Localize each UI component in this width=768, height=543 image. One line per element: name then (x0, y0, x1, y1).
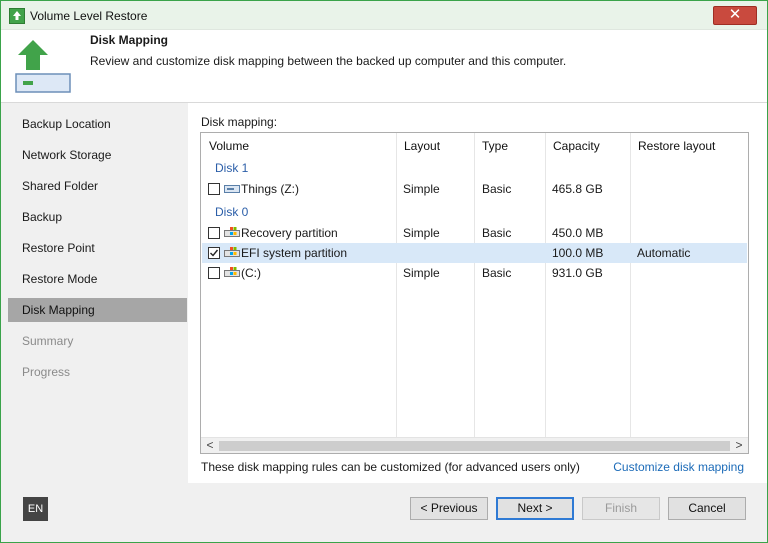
wizard-header: Disk Mapping Review and customize disk m… (1, 30, 767, 103)
sidebar-item-summary: Summary (22, 334, 74, 348)
layout-value: Simple (403, 266, 440, 280)
cancel-button[interactable]: Cancel (668, 497, 746, 520)
volume-name: Things (Z:) (241, 182, 300, 196)
sidebar-item-disk-mapping[interactable]: Disk Mapping (8, 298, 187, 322)
table-row[interactable]: Things (Z:) Simple Basic 465.8 GB (202, 179, 747, 199)
capacity-value: 450.0 MB (552, 226, 604, 240)
table-row[interactable]: (C:) Simple Basic 931.0 GB (202, 263, 747, 283)
scrollbar-thumb[interactable] (219, 441, 730, 451)
row-checkbox-checked[interactable] (208, 247, 220, 259)
column-header-type[interactable]: Type (475, 133, 545, 159)
customization-note: These disk mapping rules can be customiz… (201, 460, 580, 474)
table-row[interactable]: Recovery partition Simple Basic 450.0 MB (202, 223, 747, 243)
group-header-disk-0: Disk 0 (215, 205, 249, 219)
column-header-capacity[interactable]: Capacity (546, 133, 630, 159)
column-header-layout[interactable]: Layout (397, 133, 474, 159)
column-header-restore-layout[interactable]: Restore layout (631, 133, 747, 159)
row-checkbox[interactable] (208, 183, 220, 195)
capacity-value: 931.0 GB (552, 266, 603, 280)
customize-disk-mapping-link[interactable]: Customize disk mapping (613, 460, 744, 474)
disk-mapping-grid[interactable]: Volume Layout Type Capacity Restore layo… (200, 132, 749, 454)
scroll-right-arrow-icon[interactable]: > (731, 438, 747, 454)
row-checkbox[interactable] (208, 227, 220, 239)
sidebar-item-backup[interactable]: Backup (8, 205, 187, 229)
volume-level-restore-window: Volume Level Restore ✕ Disk Mapping Revi… (0, 0, 768, 543)
drive-icon (224, 183, 240, 195)
wizard-steps-sidebar: Backup Location Network Storage Shared F… (1, 103, 188, 483)
title-bar: Volume Level Restore ✕ (1, 1, 767, 30)
disk-mapping-label: Disk mapping: (201, 115, 278, 129)
previous-button[interactable]: < Previous (410, 497, 488, 520)
windows-drive-icon (224, 247, 240, 259)
sidebar-item-restore-mode[interactable]: Restore Mode (8, 267, 187, 291)
windows-drive-icon (224, 227, 240, 239)
type-value: Basic (482, 226, 512, 240)
page-title: Disk Mapping (90, 33, 169, 47)
window-title: Volume Level Restore (30, 9, 148, 23)
wizard-footer: EN < Previous Next > Finish Cancel (1, 483, 767, 542)
sidebar-item-backup-location[interactable]: Backup Location (8, 112, 187, 136)
capacity-value: 100.0 MB (552, 246, 604, 260)
finish-button: Finish (582, 497, 660, 520)
sidebar-item-shared-folder[interactable]: Shared Folder (8, 174, 187, 198)
group-header-disk-1: Disk 1 (215, 161, 249, 175)
main-content: Disk mapping: Volume Layout Type Capacit… (188, 103, 767, 483)
volume-name: EFI system partition (241, 246, 348, 260)
horizontal-scrollbar[interactable]: < > (201, 437, 748, 453)
windows-drive-icon (224, 267, 240, 279)
sidebar-item-progress: Progress (22, 365, 71, 379)
volume-name: (C:) (241, 266, 261, 280)
layout-value: Simple (403, 226, 440, 240)
scroll-left-arrow-icon[interactable]: < (202, 438, 218, 454)
volume-name: Recovery partition (241, 226, 338, 240)
column-header-volume[interactable]: Volume (202, 133, 396, 159)
language-indicator[interactable]: EN (23, 497, 48, 521)
table-row-selected[interactable]: EFI system partition 100.0 MB Automatic (202, 243, 747, 263)
restore-layout-value: Automatic (637, 246, 691, 260)
row-checkbox[interactable] (208, 267, 220, 279)
sidebar-item-network-storage[interactable]: Network Storage (8, 143, 187, 167)
capacity-value: 465.8 GB (552, 182, 603, 196)
page-description: Review and customize disk mapping betwee… (90, 54, 567, 68)
sidebar-item-restore-point[interactable]: Restore Point (8, 236, 187, 260)
type-value: Basic (482, 266, 512, 280)
type-value: Basic (482, 182, 512, 196)
close-button[interactable]: ✕ (713, 6, 757, 25)
layout-value: Simple (403, 182, 440, 196)
next-button[interactable]: Next > (496, 497, 574, 520)
restore-volume-icon (14, 38, 72, 94)
restore-app-icon (9, 8, 25, 24)
